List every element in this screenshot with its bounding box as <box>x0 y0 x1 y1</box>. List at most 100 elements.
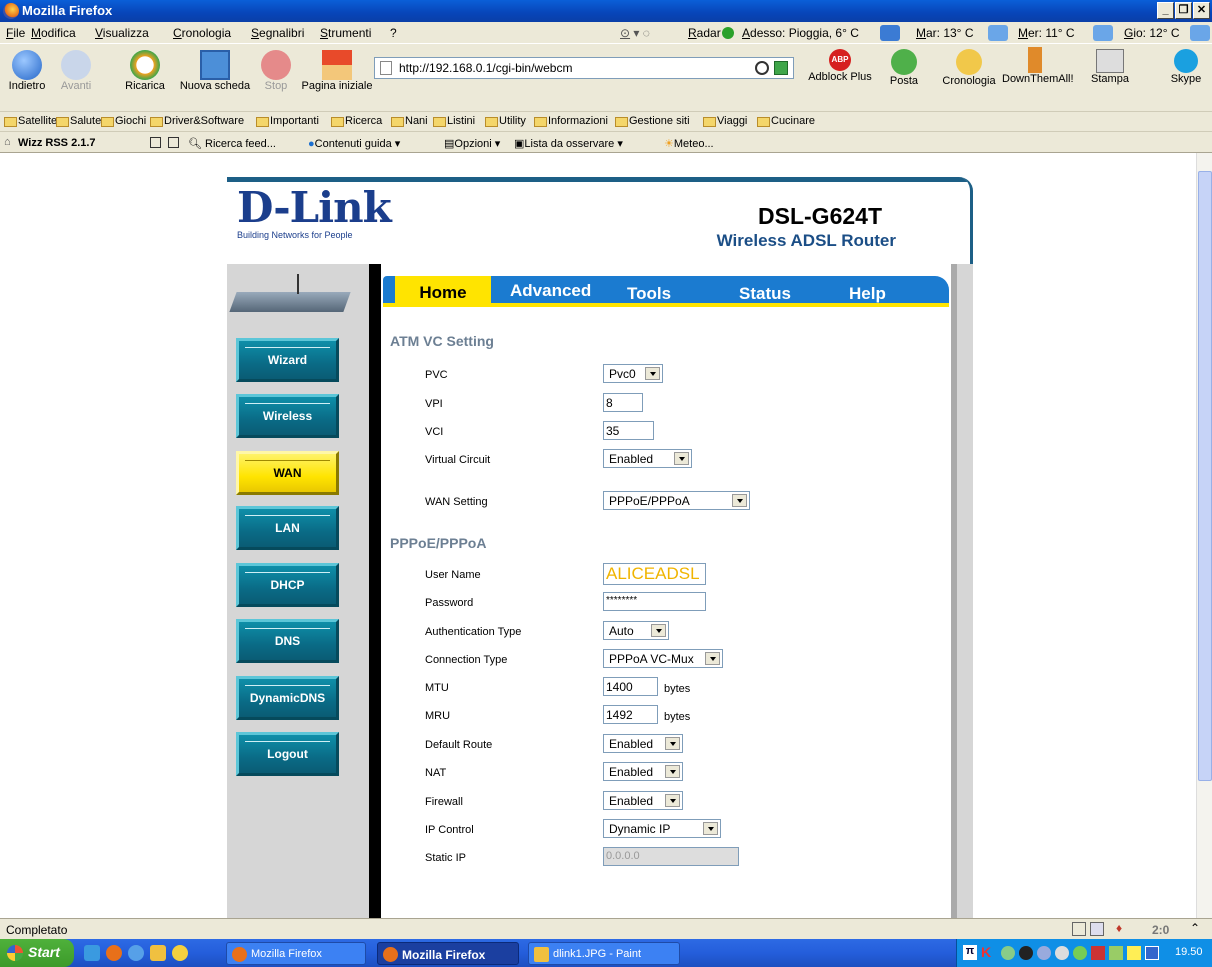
bookmark-folder[interactable]: Viaggi <box>703 115 747 127</box>
adblock-button[interactable]: ABP Adblock Plus <box>800 49 880 83</box>
virtual-circuit-select[interactable]: Enabled <box>603 449 692 468</box>
username-input[interactable]: ALICEADSL <box>603 563 706 585</box>
tab-home[interactable]: Home <box>395 276 491 307</box>
options-button[interactable]: ▤Opzioni ▾ <box>444 137 500 150</box>
bookmark-folder[interactable]: Ricerca <box>331 115 382 127</box>
tray-icon[interactable] <box>1109 946 1123 960</box>
menu-view[interactable]: Visualizza <box>95 26 149 40</box>
weather-thu[interactable]: Gio: 12° C <box>1124 26 1180 40</box>
bookmark-folder[interactable]: Satellite <box>4 115 57 127</box>
bookmark-folder[interactable]: Gestione siti <box>615 115 690 127</box>
tray-icon[interactable] <box>1073 946 1087 960</box>
tray-icon[interactable] <box>1145 946 1159 960</box>
close-button[interactable]: ✕ <box>1193 2 1210 19</box>
pin-icon[interactable]: ♦ <box>1116 921 1122 935</box>
nat-select[interactable]: Enabled <box>603 762 683 781</box>
bookmark-folder[interactable]: Utility <box>485 115 526 127</box>
pvc-select[interactable]: Pvc0 <box>603 364 663 383</box>
sidebar-wireless-button[interactable]: Wireless <box>236 394 339 438</box>
bookmark-folder[interactable]: Salute <box>56 115 101 127</box>
mtu-input[interactable]: 1400 <box>603 677 658 696</box>
chevron-up-icon[interactable]: ⌃ <box>1190 921 1200 935</box>
firewall-select[interactable]: Enabled <box>603 791 683 810</box>
menu-history[interactable]: Cronologia <box>173 26 231 40</box>
window-icon[interactable] <box>168 137 179 148</box>
vpi-input[interactable]: 8 <box>603 393 643 412</box>
antivirus-icon[interactable]: K <box>981 944 991 960</box>
downthemall-button[interactable]: DownThemAll! <box>1002 47 1074 85</box>
taskbar-item-paint[interactable]: dlink1.JPG - Paint <box>528 942 680 965</box>
stop-button[interactable]: Stop <box>258 50 294 92</box>
weather-button[interactable]: ☀Meteo... <box>664 137 714 150</box>
tray-icon[interactable] <box>1001 946 1015 960</box>
clock[interactable]: 19.50 <box>1175 946 1203 958</box>
bookmark-folder[interactable]: Giochi <box>101 115 146 127</box>
taskbar-item-firefox-active[interactable]: Mozilla Firefox <box>377 942 519 965</box>
tab-advanced[interactable]: Advanced <box>510 281 591 301</box>
tray-icon[interactable] <box>1019 946 1033 960</box>
weather-tue[interactable]: Mar: 13° C <box>916 26 973 40</box>
vertical-scrollbar[interactable] <box>1196 153 1212 918</box>
vci-input[interactable]: 35 <box>603 421 654 440</box>
forward-button[interactable]: Avanti <box>54 50 98 92</box>
bookmark-folder[interactable]: Cucinare <box>757 115 815 127</box>
guide-button[interactable]: ●Contenuti guida ▾ <box>308 137 400 150</box>
password-input[interactable]: ******** <box>603 592 706 611</box>
connection-type-select[interactable]: PPPoA VC-Mux <box>603 649 723 668</box>
home-button[interactable]: Pagina iniziale <box>296 50 378 92</box>
sidebar-lan-button[interactable]: LAN <box>236 506 339 550</box>
skype-button[interactable]: Skype <box>1164 49 1208 85</box>
menu-tools[interactable]: Strumenti <box>320 26 371 40</box>
tray-icon[interactable] <box>1091 946 1105 960</box>
bookmark-folder[interactable]: Listini <box>433 115 475 127</box>
watchlist-button[interactable]: ▣Lista da osservare ▾ <box>514 137 623 150</box>
sidebar-logout-button[interactable]: Logout <box>236 732 339 776</box>
tray-icon[interactable] <box>1055 946 1069 960</box>
bookmark-folder[interactable]: Driver&Software <box>150 115 244 127</box>
weather-refresh-icon[interactable]: ⊙ ▾ ◌ <box>620 26 650 40</box>
menu-bookmarks[interactable]: Segnalibri <box>251 26 304 40</box>
sidebar-dns-button[interactable]: DNS <box>236 619 339 663</box>
weather-now[interactable]: Adesso: Pioggia, 6° C <box>742 26 859 40</box>
rss-feed-icon[interactable] <box>774 61 788 75</box>
taskbar-item-firefox[interactable]: Mozilla Firefox <box>226 942 366 965</box>
rss-home-icon[interactable]: ⌂ <box>4 136 11 148</box>
quicklaunch-icon[interactable] <box>84 945 100 961</box>
start-button[interactable]: Start <box>0 939 74 967</box>
quicklaunch-icon[interactable] <box>150 945 166 961</box>
reload-button[interactable]: Ricarica <box>118 50 172 92</box>
maximize-button[interactable]: ❐ <box>1175 2 1192 19</box>
sidebar-dynamicdns-button[interactable]: DynamicDNS <box>236 676 339 720</box>
tray-icon[interactable] <box>1127 946 1141 960</box>
minimize-button[interactable]: _ <box>1157 2 1174 19</box>
print-button[interactable]: Stampa <box>1080 49 1140 85</box>
sidebar-wan-button[interactable]: WAN <box>236 451 339 495</box>
default-route-select[interactable]: Enabled <box>603 734 683 753</box>
back-button[interactable]: Indietro <box>2 50 52 92</box>
auth-type-select[interactable]: Auto <box>603 621 669 640</box>
tray-icon[interactable] <box>1037 946 1051 960</box>
popup-icon[interactable] <box>1072 922 1086 936</box>
menu-edit[interactable]: Modifica <box>31 26 76 40</box>
go-icon[interactable] <box>755 61 769 75</box>
history-button[interactable]: Cronologia <box>938 49 1000 87</box>
menu-file[interactable]: File <box>6 26 25 40</box>
wizz-rss-label[interactable]: Wizz RSS 2.1.7 <box>18 137 96 149</box>
weather-wed[interactable]: Mer: 11° C <box>1018 26 1075 40</box>
sidebar-wizard-button[interactable]: Wizard <box>236 338 339 382</box>
panel-icon[interactable] <box>150 137 161 148</box>
ip-control-select[interactable]: Dynamic IP <box>603 819 721 838</box>
tab-help[interactable]: Help <box>849 284 886 304</box>
search-feed-button[interactable]: 🔍︎ Ricerca feed... <box>188 137 276 150</box>
window-icon[interactable] <box>1090 922 1104 936</box>
scroll-thumb[interactable] <box>1198 171 1212 781</box>
tray-icon[interactable]: π <box>963 945 977 960</box>
weather-radar[interactable]: Radar <box>688 26 721 40</box>
tab-status[interactable]: Status <box>739 284 791 304</box>
sidebar-dhcp-button[interactable]: DHCP <box>236 563 339 607</box>
static-ip-input[interactable]: 0.0.0.0 <box>603 847 739 866</box>
mru-input[interactable]: 1492 <box>603 705 658 724</box>
bookmark-folder[interactable]: Nani <box>391 115 428 127</box>
bookmark-folder[interactable]: Informazioni <box>534 115 608 127</box>
new-tab-button[interactable]: Nuova scheda <box>172 50 258 92</box>
